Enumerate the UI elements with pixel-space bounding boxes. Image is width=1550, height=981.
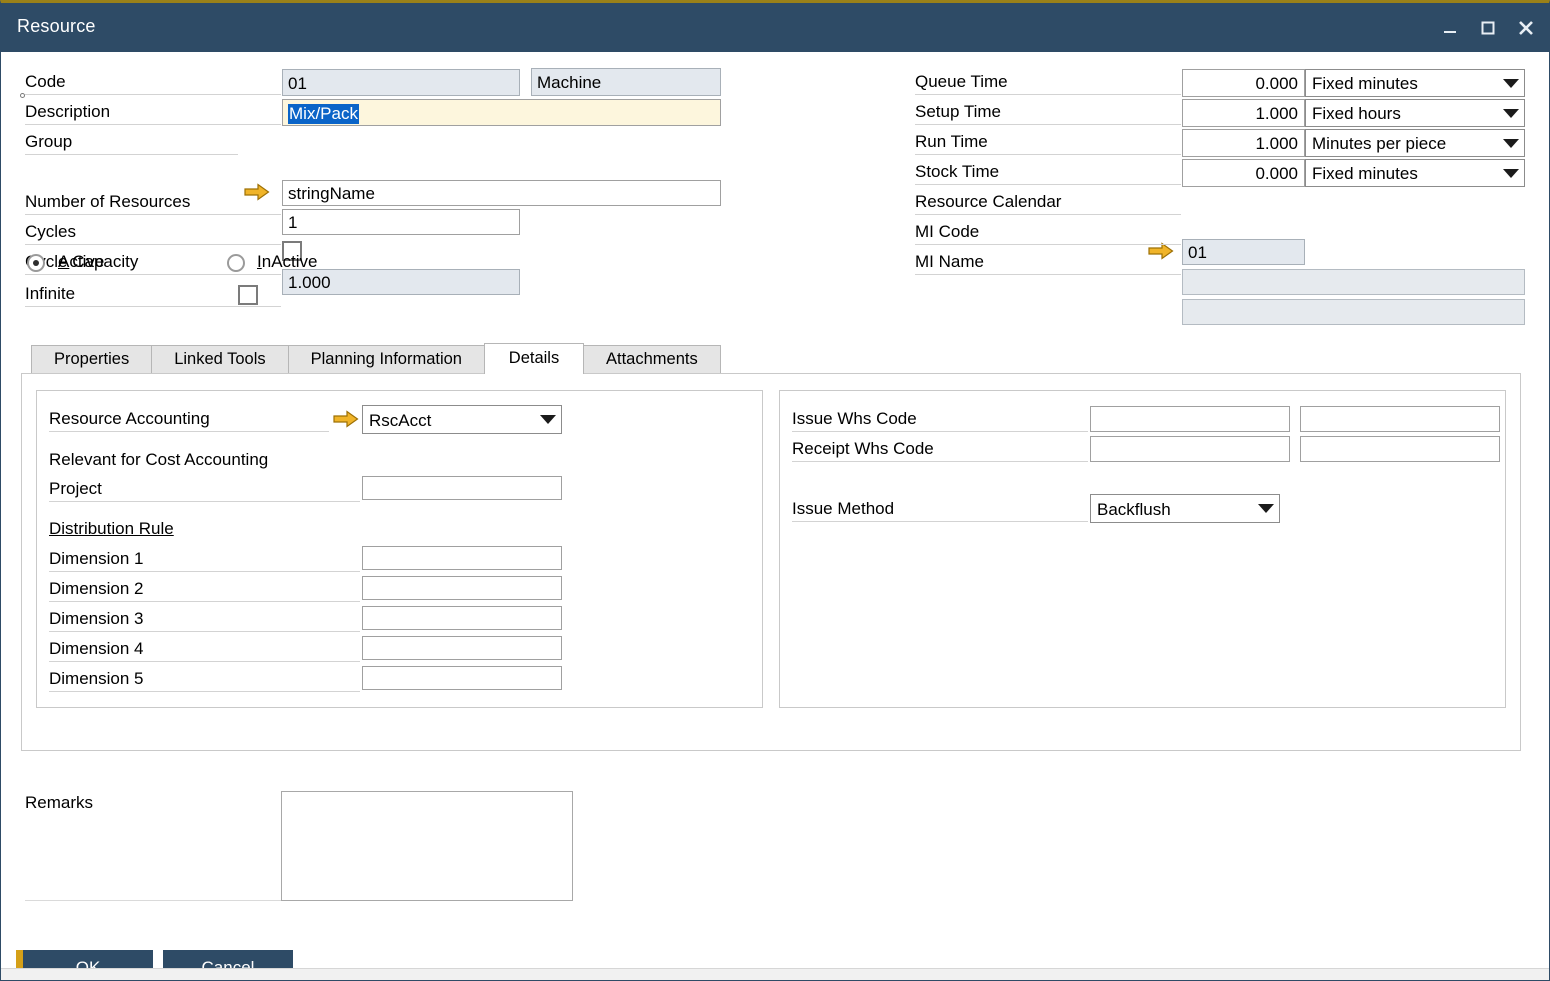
tab-attachments-label: Attachments bbox=[606, 350, 698, 369]
issue-whs-code-label: Issue Whs Code bbox=[792, 409, 1088, 432]
status-strip bbox=[1, 968, 1549, 981]
dimension-3-label: Dimension 3 bbox=[49, 609, 360, 632]
resource-accounting-select[interactable]: RscAcct bbox=[362, 405, 562, 434]
number-of-resources-label: Number of Resources bbox=[25, 192, 281, 215]
tab-content-details: Resource Accounting RscAcct Relevant for… bbox=[21, 373, 1521, 751]
cost-accounting-panel: Resource Accounting RscAcct Relevant for… bbox=[36, 390, 763, 708]
dimension-2-label: Dimension 2 bbox=[49, 579, 360, 602]
stock-time-label: Stock Time bbox=[915, 162, 1181, 185]
tab-properties[interactable]: Properties bbox=[31, 345, 152, 374]
queue-time-unit-value: Fixed minutes bbox=[1312, 72, 1498, 94]
resource-type-input[interactable]: Machine bbox=[531, 68, 721, 96]
queue-time-input[interactable]: 0.000 bbox=[1182, 69, 1305, 97]
chevron-down-icon bbox=[1498, 130, 1524, 156]
code-input[interactable]: 01 bbox=[282, 69, 520, 96]
close-icon[interactable] bbox=[1511, 13, 1541, 43]
remarks-label-row: Remarks bbox=[25, 793, 281, 901]
description-label: Description bbox=[25, 102, 281, 125]
inactive-radio[interactable] bbox=[227, 254, 245, 272]
stock-time-unit-select[interactable]: Fixed minutes bbox=[1305, 159, 1525, 187]
mi-name-label: MI Name bbox=[915, 252, 1181, 275]
remarks-label: Remarks bbox=[25, 793, 93, 815]
description-selected-text: Mix/Pack bbox=[288, 104, 359, 124]
run-time-input[interactable]: 1.000 bbox=[1182, 129, 1305, 157]
resource-calendar-input[interactable]: 01 bbox=[1182, 239, 1305, 265]
dimension-4-input[interactable] bbox=[362, 636, 562, 660]
dimension-2-input[interactable] bbox=[362, 576, 562, 600]
stock-time-unit-value: Fixed minutes bbox=[1312, 162, 1498, 184]
window-title: Resource bbox=[17, 16, 96, 37]
cycle-capacity-input[interactable]: 1.000 bbox=[282, 269, 520, 295]
dimension-3-input[interactable] bbox=[362, 606, 562, 630]
dimension-1-label: Dimension 1 bbox=[49, 549, 360, 572]
tab-planning-information[interactable]: Planning Information bbox=[288, 345, 485, 374]
code-label: Code bbox=[25, 72, 281, 95]
issue-method-label: Issue Method bbox=[792, 499, 1088, 522]
minimize-icon[interactable] bbox=[1435, 13, 1465, 43]
chevron-down-icon bbox=[535, 406, 561, 433]
remarks-textarea[interactable] bbox=[281, 791, 573, 901]
issue-method-select[interactable]: Backflush bbox=[1090, 494, 1280, 523]
inactive-label: InActive bbox=[257, 252, 317, 274]
lookup-arrow-icon[interactable] bbox=[333, 410, 359, 428]
tab-linked-tools-label: Linked Tools bbox=[174, 350, 265, 369]
warehouse-panel: Issue Whs Code Receipt Whs Code Issue Me… bbox=[779, 390, 1506, 708]
receipt-whs-code-label: Receipt Whs Code bbox=[792, 439, 1088, 462]
stock-time-input[interactable]: 0.000 bbox=[1182, 159, 1305, 187]
chevron-down-icon bbox=[1498, 70, 1524, 96]
queue-time-unit-select[interactable]: Fixed minutes bbox=[1305, 69, 1525, 97]
resource-calendar-label: Resource Calendar bbox=[915, 192, 1181, 215]
mi-name-input bbox=[1182, 299, 1525, 325]
chevron-down-icon bbox=[1253, 495, 1279, 522]
mi-code-label: MI Code bbox=[915, 222, 1181, 245]
run-time-unit-select[interactable]: Minutes per piece bbox=[1305, 129, 1525, 157]
active-radio[interactable] bbox=[27, 254, 45, 272]
dimension-5-label: Dimension 5 bbox=[49, 669, 360, 692]
tab-linked-tools[interactable]: Linked Tools bbox=[151, 345, 288, 374]
description-input[interactable]: Mix/Pack bbox=[282, 99, 721, 126]
tab-attachments[interactable]: Attachments bbox=[583, 345, 721, 374]
run-time-label: Run Time bbox=[915, 132, 1181, 155]
project-label: Project bbox=[49, 479, 360, 502]
setup-time-unit-value: Fixed hours bbox=[1312, 102, 1498, 124]
distribution-rule-heading-text: Distribution Rule bbox=[49, 519, 174, 538]
setup-time-unit-select[interactable]: Fixed hours bbox=[1305, 99, 1525, 127]
resource-accounting-value: RscAcct bbox=[369, 409, 535, 431]
chevron-down-icon bbox=[1498, 100, 1524, 126]
title-bar: Resource bbox=[1, 3, 1549, 52]
cycles-label: Cycles bbox=[25, 222, 281, 245]
dimension-1-input[interactable] bbox=[362, 546, 562, 570]
infinite-checkbox[interactable] bbox=[238, 285, 258, 305]
dialog-body: Code 01 Machine Description Mix/Pack Gro… bbox=[1, 52, 1549, 981]
project-input[interactable] bbox=[362, 476, 562, 500]
tab-planning-information-label: Planning Information bbox=[311, 350, 462, 369]
relevant-for-cost-accounting-label: Relevant for Cost Accounting bbox=[49, 450, 268, 472]
issue-method-value: Backflush bbox=[1097, 498, 1253, 520]
tab-properties-label: Properties bbox=[54, 350, 129, 369]
dimension-4-label: Dimension 4 bbox=[49, 639, 360, 662]
chevron-down-icon bbox=[1498, 160, 1524, 186]
run-time-unit-value: Minutes per piece bbox=[1312, 132, 1498, 154]
active-label: Active bbox=[58, 252, 104, 274]
tab-strip: Properties Linked Tools Planning Informa… bbox=[31, 345, 720, 374]
maximize-icon[interactable] bbox=[1473, 13, 1503, 43]
setup-time-input[interactable]: 1.000 bbox=[1182, 99, 1305, 127]
resource-dialog-window: Resource Code 01 Machine Description Mix… bbox=[0, 0, 1550, 981]
receipt-whs-name-input[interactable] bbox=[1300, 436, 1500, 462]
group-label: Group bbox=[25, 132, 238, 155]
issue-whs-code-input[interactable] bbox=[1090, 406, 1290, 432]
resource-accounting-label: Resource Accounting bbox=[49, 409, 329, 432]
group-input[interactable]: stringName bbox=[282, 180, 721, 206]
number-of-resources-input[interactable]: 1 bbox=[282, 209, 520, 235]
setup-time-label: Setup Time bbox=[915, 102, 1181, 125]
distribution-rule-heading: Distribution Rule bbox=[49, 519, 174, 541]
receipt-whs-code-input[interactable] bbox=[1090, 436, 1290, 462]
mi-code-input bbox=[1182, 269, 1525, 295]
issue-whs-name-input[interactable] bbox=[1300, 406, 1500, 432]
dimension-5-input[interactable] bbox=[362, 666, 562, 690]
queue-time-label: Queue Time bbox=[915, 72, 1181, 95]
tab-details[interactable]: Details bbox=[484, 343, 584, 374]
tab-details-label: Details bbox=[509, 349, 559, 368]
